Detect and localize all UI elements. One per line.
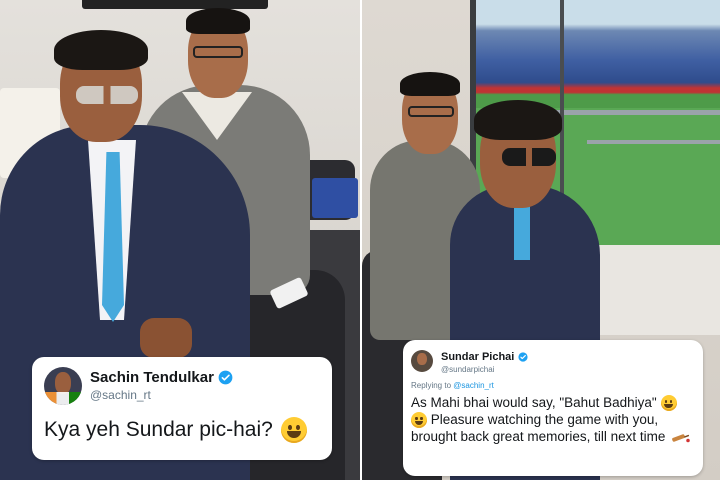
balcony-rail [587, 140, 720, 144]
tweet-header: Sachin Tendulkar @sachin_rt [44, 367, 320, 405]
sunglasses [502, 148, 556, 166]
tweet-header: Sundar Pichai @sundarpichai [411, 347, 695, 375]
grinning-face-emoji [411, 412, 427, 429]
mention-link[interactable]: @sachin_rt [453, 381, 494, 390]
person-hair [54, 30, 148, 70]
tweet-body-part2: Pleasure watching the game with you, bro… [411, 412, 666, 445]
verified-badge-icon [218, 370, 233, 385]
tv-screen [82, 0, 268, 9]
person-hair [400, 72, 460, 96]
author-handle[interactable]: @sundarpichai [441, 365, 528, 374]
person-hands [140, 318, 192, 358]
tweet-body: Kya yeh Sundar pic-hai? [44, 418, 273, 441]
person-hair [474, 100, 562, 140]
window-frame [560, 0, 564, 220]
avatar[interactable] [411, 349, 433, 372]
author-name-text: Sachin Tendulkar [90, 368, 214, 386]
replying-to: Replying to @sachin_rt [411, 381, 695, 390]
glasses [408, 106, 454, 117]
author-name-text: Sundar Pichai [441, 351, 515, 363]
tweet-author: Sachin Tendulkar @sachin_rt [90, 369, 233, 403]
stadium-crowd [470, 0, 720, 110]
tweet-text: As Mahi bhai would say, "Bahut Badhiya" … [411, 394, 695, 446]
bag [312, 178, 358, 218]
sunglasses [76, 86, 138, 104]
author-name[interactable]: Sachin Tendulkar [90, 369, 233, 386]
tweet-body-part1: As Mahi bhai would say, "Bahut Badhiya" [411, 394, 657, 410]
tweet-text: Kya yeh Sundar pic-hai? [44, 417, 320, 443]
author-handle[interactable]: @sachin_rt [90, 388, 233, 403]
replying-label: Replying to [411, 380, 452, 390]
person-tie [514, 200, 530, 260]
tweet-card-sundar[interactable]: Sundar Pichai @sundarpichai Replying to … [403, 340, 703, 476]
tweet-card-sachin[interactable]: Sachin Tendulkar @sachin_rt Kya yeh Sund… [32, 357, 332, 460]
tweet-author: Sundar Pichai @sundarpichai [441, 347, 528, 375]
verified-badge-icon [518, 352, 528, 362]
grinning-face-emoji [280, 417, 307, 443]
author-name[interactable]: Sundar Pichai [441, 351, 528, 364]
avatar[interactable] [44, 367, 82, 405]
glasses [193, 46, 243, 58]
person-hair [186, 8, 250, 34]
grinning-face-emoji [660, 395, 677, 412]
cricket-bat-icon [672, 434, 690, 443]
